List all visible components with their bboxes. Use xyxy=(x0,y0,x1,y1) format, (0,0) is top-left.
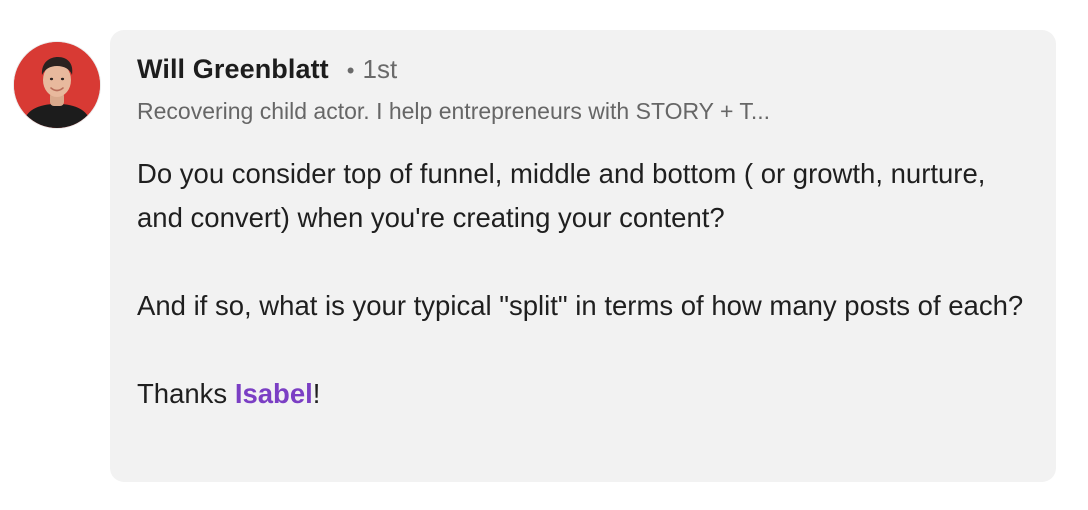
author-name[interactable]: Will Greenblatt xyxy=(137,54,329,85)
comment-paragraph: Do you consider top of funnel, middle an… xyxy=(137,158,986,233)
mention-link[interactable]: Isabel xyxy=(235,378,313,409)
thanks-text: Thanks xyxy=(137,378,235,409)
author-headline: Recovering child actor. I help entrepren… xyxy=(137,98,771,124)
comment-header: Will Greenblatt • 1st xyxy=(137,54,397,85)
degree-separator: • xyxy=(346,58,355,83)
comment-thanks-line: Thanks Isabel! xyxy=(137,372,1037,416)
profile-photo-icon xyxy=(14,42,100,128)
avatar[interactable] xyxy=(14,42,100,128)
thanks-punctuation: ! xyxy=(312,378,321,409)
comment-bubble: Will Greenblatt • 1st Recovering child a… xyxy=(110,30,1056,482)
comment-paragraph: And if so, what is your typical "split" … xyxy=(137,290,1024,321)
comment-body: Do you consider top of funnel, middle an… xyxy=(137,152,1037,416)
connection-degree: 1st xyxy=(362,54,398,84)
